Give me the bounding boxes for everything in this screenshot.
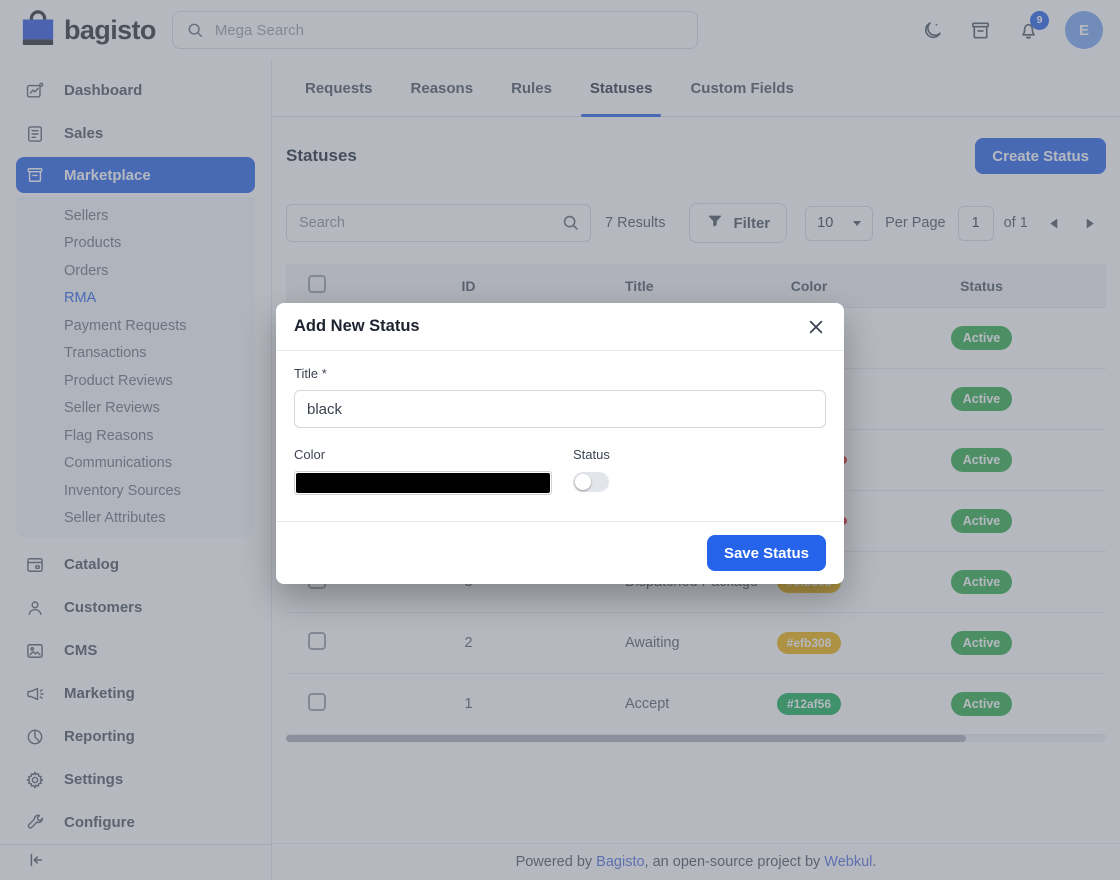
close-icon[interactable] (806, 317, 826, 337)
add-new-status-modal: Add New Status Title * Color Status S (276, 303, 844, 584)
color-swatch-fill (296, 473, 550, 493)
status-field-label: Status (573, 447, 610, 462)
save-status-button[interactable]: Save Status (707, 535, 826, 571)
title-field-label: Title * (294, 366, 826, 381)
toggle-knob (575, 474, 591, 490)
status-title-input[interactable] (294, 390, 826, 428)
color-field-label: Color (294, 447, 552, 462)
status-toggle[interactable] (573, 472, 609, 492)
modal-title: Add New Status (294, 317, 420, 336)
color-picker-input[interactable] (294, 471, 552, 495)
